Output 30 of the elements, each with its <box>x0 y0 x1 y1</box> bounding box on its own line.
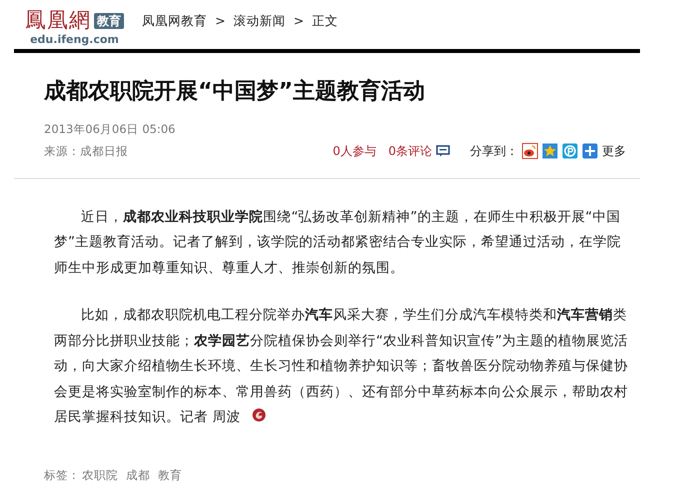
tags-label: 标签： <box>44 466 80 484</box>
article-title: 成都农职院开展“中国梦”主题教育活动 <box>44 79 426 106</box>
keyword-link[interactable]: 汽车 <box>305 307 334 324</box>
tag-link[interactable]: 成都 <box>126 466 150 484</box>
keyword-link[interactable]: 成都农业科技职业学院 <box>123 208 264 225</box>
breadcrumb-separator: > <box>215 12 226 30</box>
tag-link[interactable]: 教育 <box>158 466 182 484</box>
article-paragraph: 近日，成都农业科技职业学院围绕“弘扬改革创新精神”的主题，在师生中积极开展“中国梦”主题教育活动。记者了解到，该学院的活动都紧密结合专业实际，希望通过活动，在学院师生中形成更加尊重知识、尊重人才、推崇创新的氛围。 <box>54 208 622 278</box>
star-share-icon[interactable] <box>542 142 558 159</box>
article-source: 来源：成都日报 <box>44 142 129 160</box>
keyword-link[interactable]: 汽车营销 <box>557 307 614 324</box>
participants-link[interactable]: 0人参与 <box>332 142 376 160</box>
share-label: 分享到： <box>470 142 518 160</box>
breadcrumb-separator: > <box>293 12 304 30</box>
more-share-link[interactable]: 更多 <box>602 142 626 160</box>
site-logo-icon <box>252 408 266 422</box>
keyword-link[interactable]: 农学园艺 <box>194 332 250 349</box>
publish-date: 2013年06月06日 05:06 <box>44 121 176 138</box>
channel-badge: 教育 <box>94 12 124 28</box>
tag-link[interactable]: 农职院 <box>82 466 118 484</box>
article-paragraph: 比如，成都农职院机电工程分院举办汽车风采大赛，学生们分成汽车模特类和汽车营销类两部分比拼职业技能；农学园艺分院植保协会则举行“农业科普知识宣传”为主题的植物展览活动，向大家介绍植物生长环境、生长习性和植物养护知识等；畜牧兽医分院动物养殖与保健协会更是将实验室制作的标本、常用兽药（西药）、还有部分中草药标本向公众展示，帮助农村居民掌握科技知识。记者 周波 <box>54 306 630 428</box>
plus-share-icon[interactable] <box>582 142 598 159</box>
comments-link[interactable]: 0条评论 <box>388 142 432 160</box>
p-share-icon[interactable] <box>562 142 578 159</box>
breadcrumb-link[interactable]: 滚动新闻 <box>233 12 286 31</box>
logo-wordmark[interactable]: 鳳凰網 <box>25 10 91 31</box>
breadcrumb-link[interactable]: 正文 <box>312 12 338 31</box>
site-domain[interactable]: edu.ifeng.com <box>30 34 119 45</box>
breadcrumb-link[interactable]: 凤凰网教育 <box>142 12 207 31</box>
comment-icon[interactable] <box>436 144 450 157</box>
